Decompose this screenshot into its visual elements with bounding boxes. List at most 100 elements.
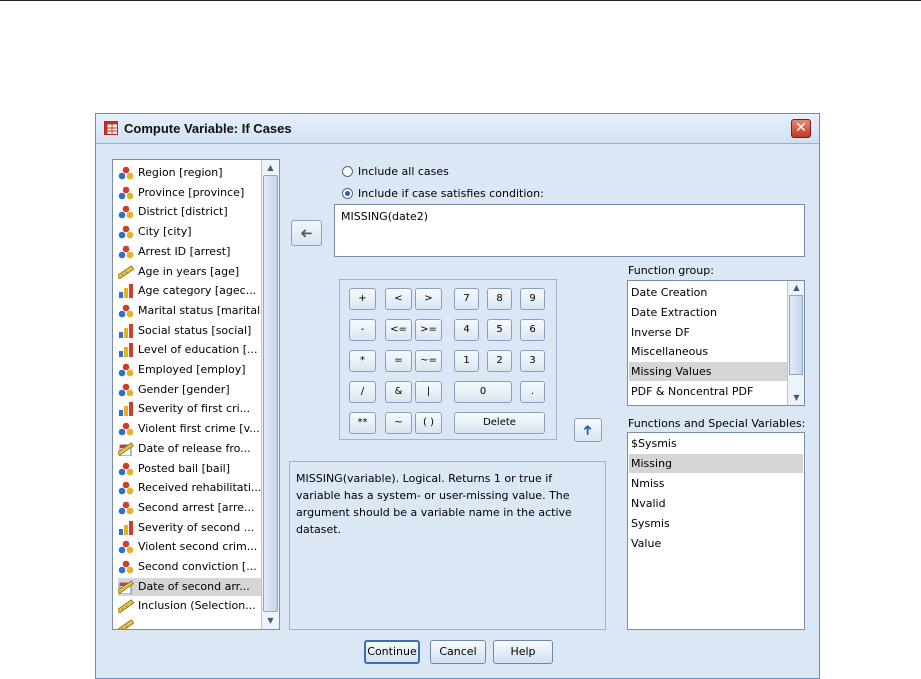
function-group-item[interactable]: Missing Values: [629, 362, 789, 382]
variable-list-item[interactable]: Date of release fro...: [118, 440, 264, 458]
function-group-item[interactable]: Date Extraction: [629, 303, 789, 322]
functions-label: Functions and Special Variables:: [628, 417, 806, 430]
function-item[interactable]: Nmiss: [629, 474, 803, 493]
variable-list-item[interactable]: Social status [social]: [118, 322, 264, 340]
key-or[interactable]: |: [415, 381, 442, 403]
variable-label: Age in years [age]: [138, 264, 240, 278]
variable-list[interactable]: Inclusion (Selection... Date of second ar…: [112, 159, 280, 630]
key-greater-than[interactable]: >: [415, 288, 442, 310]
variable-label: Date of second arr...: [138, 579, 250, 593]
key-1[interactable]: 1: [454, 350, 479, 372]
key-7[interactable]: 7: [454, 288, 479, 310]
window-title: Compute Variable: If Cases: [124, 121, 292, 136]
ordinal-icon: [118, 323, 134, 338]
key-not[interactable]: ~: [385, 412, 412, 434]
variable-list-item[interactable]: Province [province]: [118, 184, 264, 202]
key-power[interactable]: **: [349, 412, 376, 434]
key-5[interactable]: 5: [487, 319, 512, 341]
variable-list-item[interactable]: Second conviction [...: [118, 558, 264, 576]
key-greater-equal[interactable]: >=: [415, 319, 442, 341]
key-parentheses[interactable]: ( ): [415, 412, 442, 434]
key-multiply[interactable]: *: [349, 350, 376, 372]
key-9[interactable]: 9: [520, 288, 545, 310]
variable-list-item[interactable]: City [city]: [118, 223, 264, 241]
function-group-item[interactable]: Miscellaneous: [629, 342, 789, 361]
key-equal[interactable]: =: [385, 350, 412, 372]
insert-function-button[interactable]: ➜: [574, 418, 602, 442]
include-all-radio[interactable]: [342, 166, 353, 177]
variable-list-item[interactable]: Level of education [...: [118, 341, 264, 359]
scroll-down-icon[interactable]: ▼: [789, 391, 804, 404]
variable-list-item[interactable]: Age category [agec...: [118, 282, 264, 300]
variable-list-item[interactable]: Age in years [age]: [118, 263, 264, 281]
key-not-equal[interactable]: ~=: [415, 350, 442, 372]
function-item[interactable]: Nvalid: [629, 494, 803, 513]
key-0[interactable]: 0: [454, 381, 512, 403]
key-2[interactable]: 2: [487, 350, 512, 372]
include-if-label: Include if case satisfies condition:: [358, 187, 544, 200]
variable-list-item[interactable]: Severity of first cri...: [118, 400, 264, 418]
key-plus[interactable]: +: [349, 288, 376, 310]
variable-label: Social status [social]: [138, 323, 252, 337]
scroll-thumb[interactable]: [789, 295, 803, 375]
function-group-item[interactable]: Inverse DF: [629, 323, 789, 342]
key-minus[interactable]: -: [349, 319, 376, 341]
key-6[interactable]: 6: [520, 319, 545, 341]
nominal-icon: [118, 422, 134, 436]
scroll-up-icon[interactable]: ▲: [789, 281, 804, 294]
scroll-down-icon[interactable]: ▼: [263, 614, 278, 627]
variable-list-item[interactable]: Violent second crim...: [118, 538, 264, 556]
variable-list-item[interactable]: [118, 617, 264, 629]
variable-list-item[interactable]: Second arrest [arre...: [118, 499, 264, 517]
include-if-radio[interactable]: [342, 188, 353, 199]
key-8[interactable]: 8: [487, 288, 512, 310]
scroll-thumb[interactable]: [263, 175, 278, 612]
ordinal-icon: [118, 520, 134, 535]
close-button[interactable]: ✕: [791, 119, 811, 138]
variable-list-item[interactable]: Arrest ID [arrest]: [118, 243, 264, 261]
function-group-scrollbar[interactable]: ▲ ▼: [787, 281, 804, 405]
variable-list-item[interactable]: Severity of second ...: [118, 519, 264, 537]
variable-label: Arrest ID [arrest]: [138, 244, 231, 258]
functions-list[interactable]: $Sysmis Missing Nmiss Nvalid Sysmis Value: [627, 432, 805, 630]
variable-label: City [city]: [138, 225, 192, 239]
key-less-equal[interactable]: <=: [385, 319, 412, 341]
function-item[interactable]: $Sysmis: [629, 434, 803, 453]
variable-list-item[interactable]: Violent first crime [v...: [118, 420, 264, 438]
function-item[interactable]: Value: [629, 534, 803, 553]
key-delete[interactable]: Delete: [454, 412, 545, 434]
key-4[interactable]: 4: [454, 319, 479, 341]
variable-list-item[interactable]: Employed [employ]: [118, 361, 264, 379]
variable-list-item[interactable]: District [district]: [118, 203, 264, 221]
arrow-left-icon: ➜: [300, 224, 313, 242]
key-decimal[interactable]: .: [520, 381, 545, 403]
function-item[interactable]: Sysmis: [629, 514, 803, 533]
scroll-up-icon[interactable]: ▲: [263, 161, 278, 174]
move-variable-button[interactable]: ➜: [291, 220, 322, 246]
function-group-item[interactable]: Date Creation: [629, 283, 789, 302]
key-3[interactable]: 3: [520, 350, 545, 372]
variable-label: Second arrest [arre...: [138, 500, 255, 514]
variable-list-item[interactable]: Date of second arr...: [118, 577, 264, 596]
condition-expression-field[interactable]: MISSING(date2): [334, 204, 805, 257]
arrow-up-icon: ➜: [579, 424, 596, 436]
variable-list-item[interactable]: Marital status [marital]: [118, 302, 264, 320]
cancel-button[interactable]: Cancel: [430, 640, 486, 664]
continue-button[interactable]: Continue: [364, 640, 420, 664]
variable-list-item[interactable]: Inclusion (Selection...: [118, 597, 264, 615]
help-button[interactable]: Help: [493, 640, 553, 664]
function-group-list[interactable]: PDF & Noncentral PDF Missing Values Miscel…: [627, 280, 805, 406]
scale-icon: [118, 619, 135, 629]
function-item[interactable]: Missing: [629, 454, 803, 473]
key-divide[interactable]: /: [349, 381, 376, 403]
key-and[interactable]: &: [385, 381, 412, 403]
variable-list-scrollbar[interactable]: ▲ ▼: [261, 160, 279, 629]
title-bar[interactable]: Compute Variable: If Cases ✕: [96, 114, 819, 144]
variable-label: Posted bail [bail]: [138, 461, 231, 475]
key-less-than[interactable]: <: [385, 288, 412, 310]
variable-list-item[interactable]: Gender [gender]: [118, 381, 264, 399]
function-group-item[interactable]: PDF & Noncentral PDF: [629, 382, 789, 401]
variable-list-item[interactable]: Posted bail [bail]: [118, 460, 264, 478]
variable-list-item[interactable]: Received rehabilitati...: [118, 479, 264, 497]
variable-list-item[interactable]: Region [region]: [118, 164, 264, 182]
